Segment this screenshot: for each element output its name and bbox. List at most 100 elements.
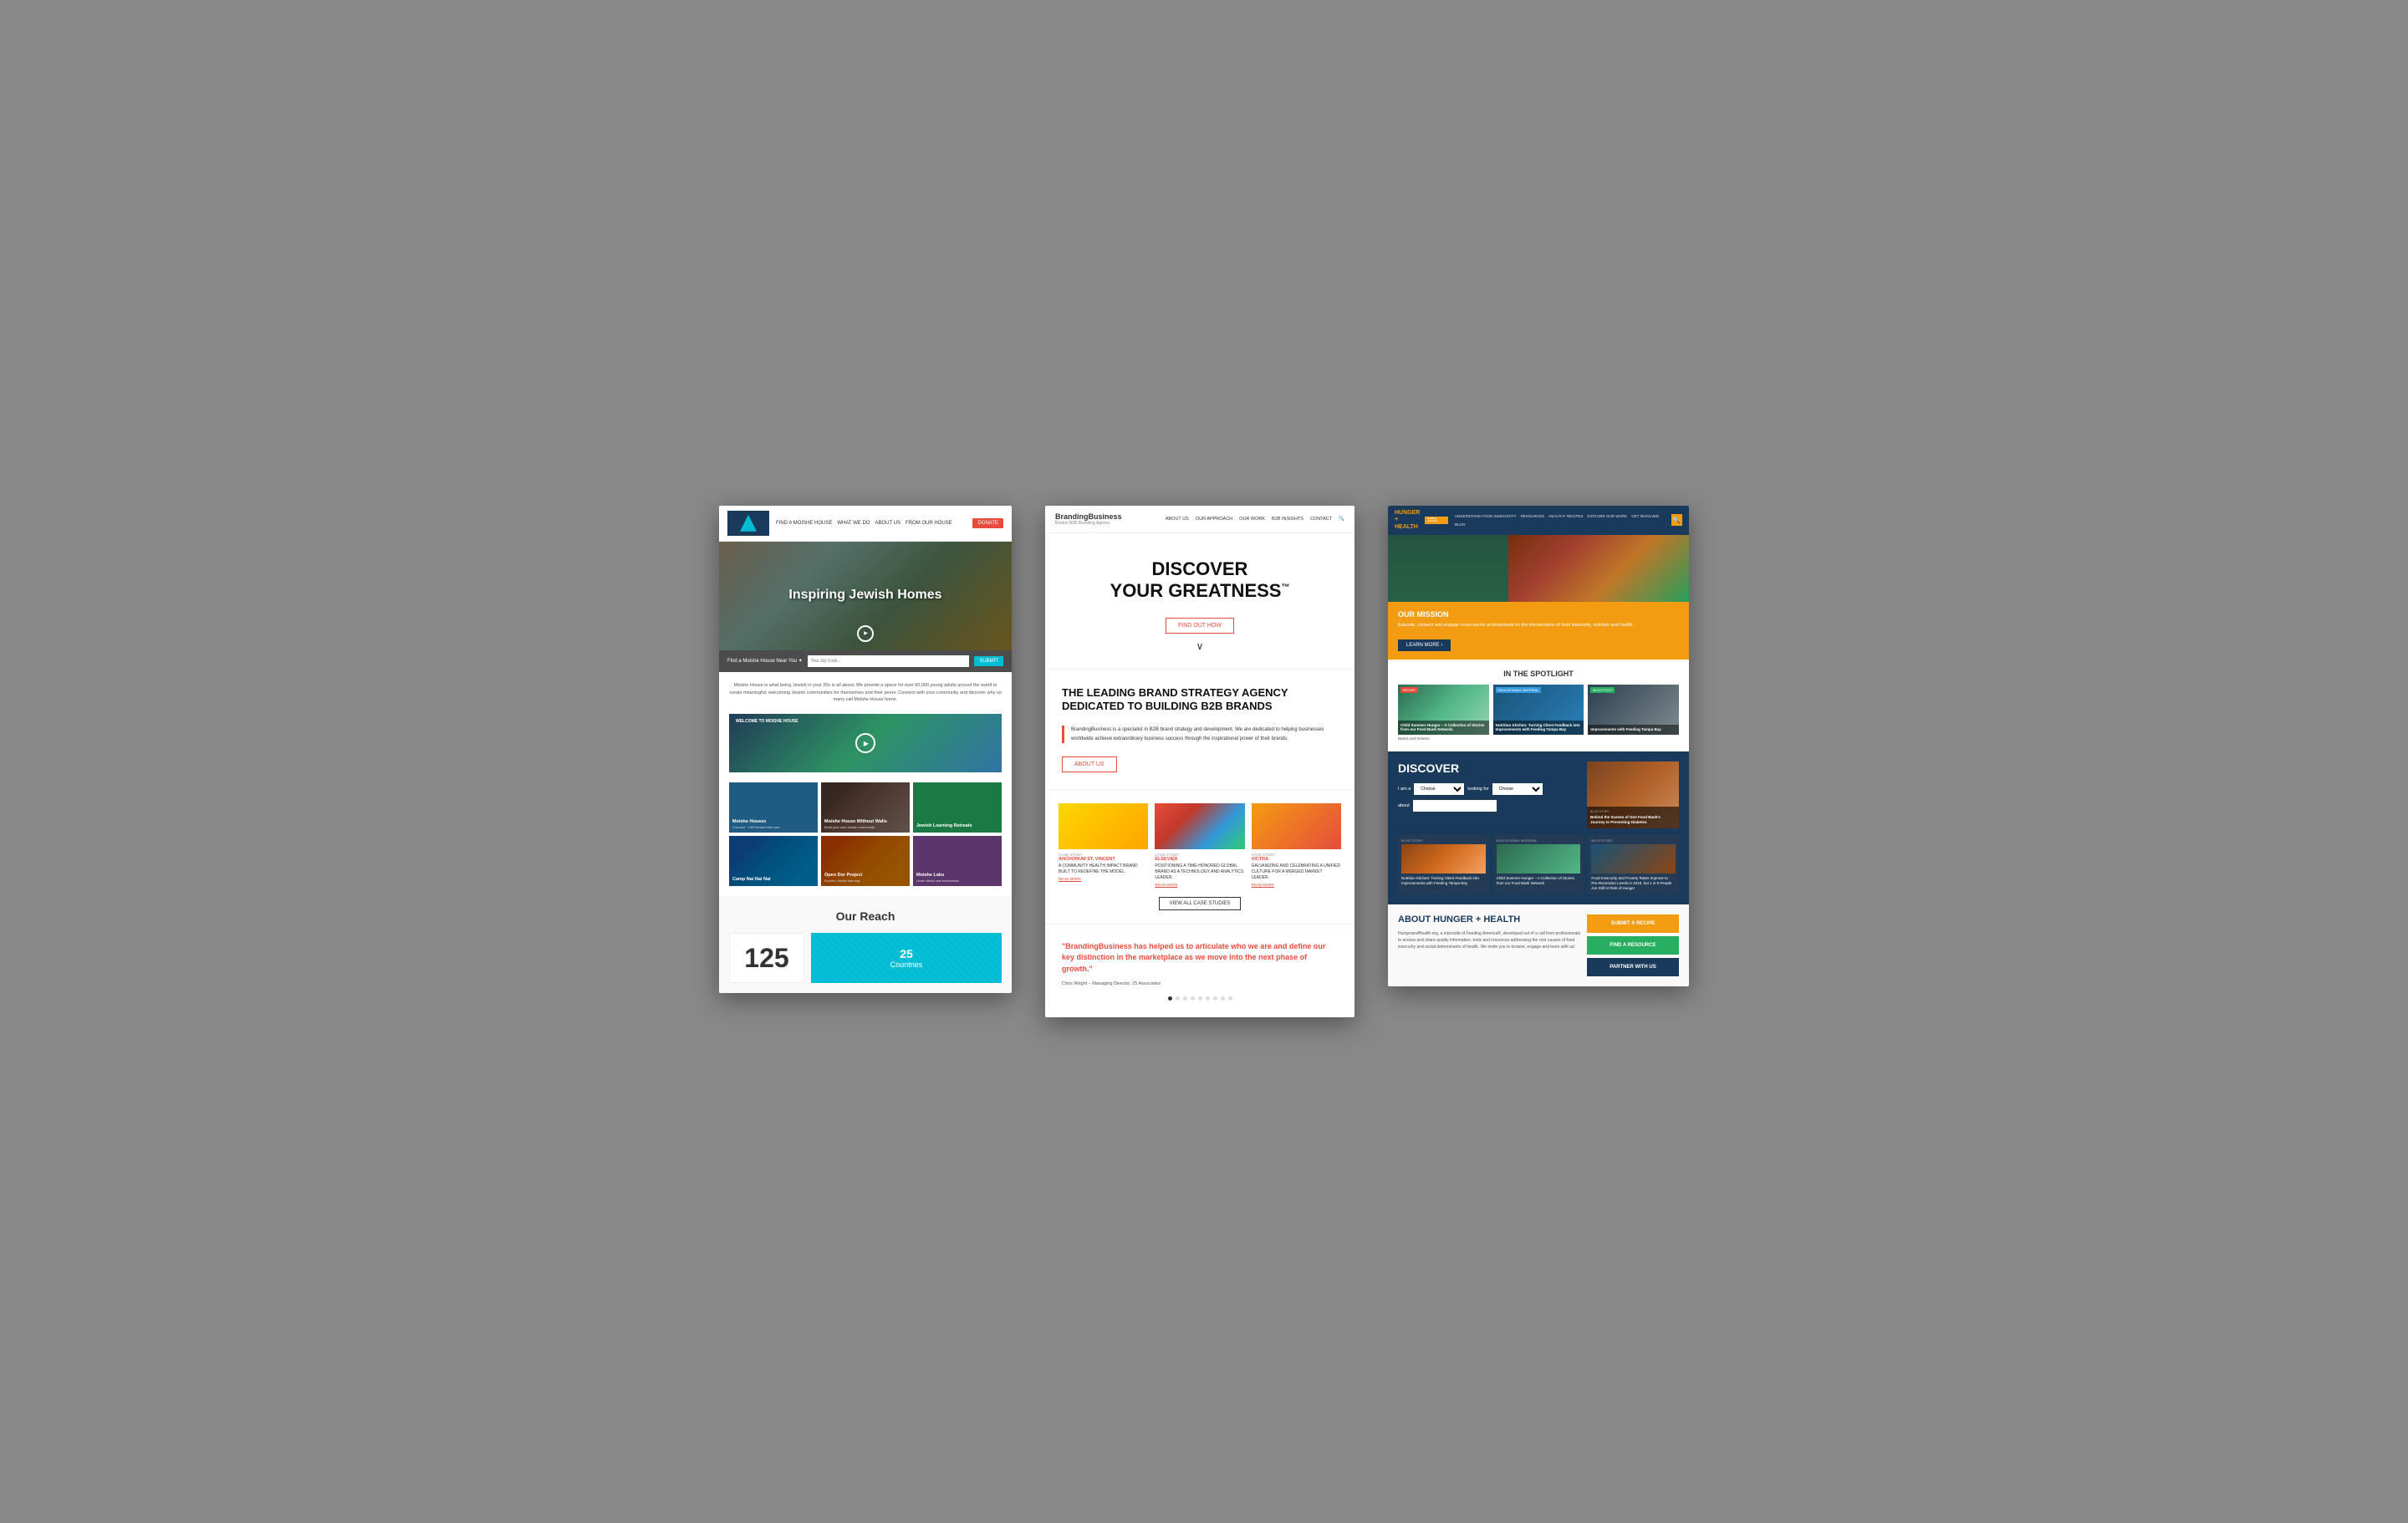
s3-nav-involved[interactable]: Get Involved [1631,514,1659,518]
s3-about-input[interactable] [1413,800,1497,812]
s3-looking-for-label: looking for [1467,787,1488,792]
s2-nav-approach[interactable]: OUR APPROACH [1196,517,1232,522]
s2-dot-3[interactable] [1191,996,1195,1001]
s1-grid-item-1[interactable]: Moishe House Without Walls Build your ow… [821,782,910,833]
s1-grid-item-0[interactable]: Moishe Houses Connect · 145 Houses near … [729,782,818,833]
s3-i-am-label: I am a [1398,787,1411,792]
s3-discover-title: DISCOVER [1398,762,1580,775]
s3-nav-links: Understand Food Insecurity Resources Hea… [1455,514,1665,527]
s1-video-label: WELCOME TO MOISHE HOUSE [736,719,798,724]
s1-reach-map: 25 Countries [811,933,1002,983]
s1-grid-text-2: Jewish Learning Retreats [913,820,976,833]
s2-about-button[interactable]: ABOUT US [1062,756,1117,772]
s2-dot-1[interactable] [1176,996,1180,1001]
s3-logo[interactable]: HUNGER + HEALTH feeding america [1395,510,1448,531]
s1-logo[interactable] [727,511,769,536]
s2-dot-5[interactable] [1206,996,1210,1001]
s3-spot-text-0: Child Summer Hunger – A Collection of St… [1398,721,1489,736]
s3-spot-item-1[interactable]: EDUCATIONAL MATERIAL Nutrition Kitchen: … [1493,685,1584,741]
s1-video-play-button[interactable] [855,733,875,753]
s2-case-img-1 [1155,803,1244,849]
s3-blog-item-0[interactable]: BLOG STORY Nutrition Kitchen: Turning Cl… [1398,835,1489,894]
s2-dot-8[interactable] [1228,996,1232,1001]
s2-case-read-2[interactable]: READ MORE [1252,883,1341,887]
s3-looking-for-select[interactable]: Choose [1492,783,1543,795]
s1-nav-find[interactable]: Find a Moishe House [776,521,832,526]
s1-grid-title-1: Moishe House Without Walls [824,819,887,825]
s2-nav-b2b[interactable]: B2B INSIGHTS [1272,517,1303,522]
s3-blog-tag-1: EDUCATIONAL MATERIAL [1497,838,1581,843]
s3-nav-recipes[interactable]: Healthy Recipes [1548,514,1583,518]
s1-reach-countries-number: 25 [900,947,913,960]
s1-hero-title: Inspiring Jewish Homes [788,587,941,604]
s2-dot-2[interactable] [1183,996,1187,1001]
s1-hero-play-button[interactable] [857,625,874,642]
s3-spot-tag-1: EDUCATIONAL MATERIAL [1496,687,1542,693]
s2-dot-6[interactable] [1213,996,1217,1001]
s3-submit-recipe-button[interactable]: SUBMIT A RECIPE [1587,914,1679,933]
s3-learn-more-button[interactable]: LEARN MORE › [1398,639,1451,651]
s3-nav-blog[interactable]: Blog [1455,522,1466,527]
s2-hero-title-line2: YOUR GREATNESS™ [1110,580,1290,601]
s1-reach-number: 125 [729,933,804,983]
s2-nav-about[interactable]: ABOUT US [1166,517,1189,522]
s2-dot-7[interactable] [1221,996,1225,1001]
s1-grid-title-3: Camp Nai Nai Nai [732,877,771,883]
s1-nav-what[interactable]: What We Do [837,521,870,526]
s3-nav-resources[interactable]: Resources [1521,514,1545,518]
s1-grid-item-3[interactable]: Camp Nai Nai Nai [729,836,818,886]
s3-blog-item-1[interactable]: EDUCATIONAL MATERIAL Child Summer Hunger… [1493,835,1584,894]
s3-featured-title: Behind the Scenes of One Food Bank's Jou… [1590,815,1676,825]
s3-about-description: HungerandHealth.org, a microsite of Feed… [1398,930,1580,950]
s2-find-out-button[interactable]: FIND OUT HOW [1166,618,1234,634]
s1-search-button[interactable]: SUBMIT [974,656,1003,666]
s1-grid-item-2[interactable]: Jewish Learning Retreats [913,782,1002,833]
s1-grid-text-4: Open Dor Project Explore Jewish learning [821,869,865,886]
s3-discover-featured-card[interactable]: BLOG STORY Behind the Scenes of One Food… [1587,762,1679,828]
s3-spotlight-title: IN THE SPOTLIGHT [1398,670,1679,678]
s3-nav-explore[interactable]: Explore Our Work [1587,514,1627,518]
s2-logo-container[interactable]: BrandingBusiness Boston B2B Branding Age… [1055,512,1122,526]
s3-blog-item-2[interactable]: BLOG STORY Food Insecurity and Poverty R… [1588,835,1679,894]
s3-blog-img-1 [1497,844,1581,874]
s3-spot-item-2[interactable]: BLOG POST Improvements with Feeding Tamp… [1588,685,1679,741]
s1-nav-from[interactable]: From Our House [906,521,952,526]
s3-partner-with-us-button[interactable]: PARTNER WITH US [1587,958,1679,976]
s2-dot-0[interactable] [1168,996,1172,1001]
s3-spot-caption-0: Beans and Greens [1398,736,1489,741]
s2-nav-work[interactable]: OUR WORK [1239,517,1265,522]
s3-find-resource-button[interactable]: FIND A RESOURCE [1587,936,1679,955]
s1-grid-item-5[interactable]: Moishe Labs Learn about new businesses [913,836,1002,886]
s1-grid-text-5: Moishe Labs Learn about new businesses [913,869,962,886]
s1-nav-about[interactable]: About Us [875,521,900,526]
s2-case-desc-0: A COMMUNITY HEALTH IMPACT BRAND BUILT TO… [1059,863,1148,875]
s3-search-icon[interactable]: 🔍 [1671,514,1682,526]
s1-video-container[interactable]: WELCOME TO MOISHE HOUSE [729,714,1002,772]
s3-i-am-select[interactable]: Choose [1414,783,1464,795]
s1-grid-item-4[interactable]: Open Dor Project Explore Jewish learning [821,836,910,886]
s2-case-desc-2: GALVANIZING AND CELEBRATING A UNIFIED CU… [1252,863,1341,881]
s3-spot-tag-0: RECIPE [1400,687,1418,693]
s1-search-input[interactable] [808,655,970,667]
s2-case-read-0[interactable]: READ MORE [1059,877,1148,881]
s3-blog-img-0 [1401,844,1486,874]
s2-quote-attribution: Chris Wright – Managing Director, Z5 Ass… [1062,981,1338,986]
s2-case-read-1[interactable]: READ MORE [1155,883,1244,887]
screen2-branding-business: BrandingBusiness Boston B2B Branding Age… [1045,506,1354,1017]
s2-logo-sub: Boston B2B Branding Agency [1055,521,1122,526]
s2-view-all-button[interactable]: VIEW ALL CASE STUDIES [1159,897,1242,910]
s2-case-1: CASE STUDY ELSEVIER POSITIONING A TIME-H… [1155,803,1244,887]
screen1-moishe-house: Find a Moishe House What We Do About Us … [719,506,1012,993]
s2-case-img-bg-1 [1155,803,1244,849]
s1-grid-title-4: Open Dor Project [824,873,862,879]
s2-main-content: THE LEADING BRAND STRATEGY AGENCY DEDICA… [1045,670,1354,790]
s2-dot-4[interactable] [1198,996,1202,1001]
s3-about-buttons: SUBMIT A RECIPE FIND A RESOURCE PARTNER … [1587,914,1679,976]
s2-nav-contact[interactable]: CONTACT [1310,517,1332,522]
s2-nav-search-icon[interactable]: 🔍 [1339,517,1344,522]
s3-nav-understand[interactable]: Understand Food Insecurity [1455,514,1517,518]
s2-hero: DISCOVER YOUR GREATNESS™ FIND OUT HOW ∨ [1045,533,1354,670]
s1-donate-button[interactable]: DONATE [972,518,1003,528]
s1-reach-title: Our Reach [729,909,1002,923]
s3-spot-item-0[interactable]: RECIPE Child Summer Hunger – A Collectio… [1398,685,1489,741]
